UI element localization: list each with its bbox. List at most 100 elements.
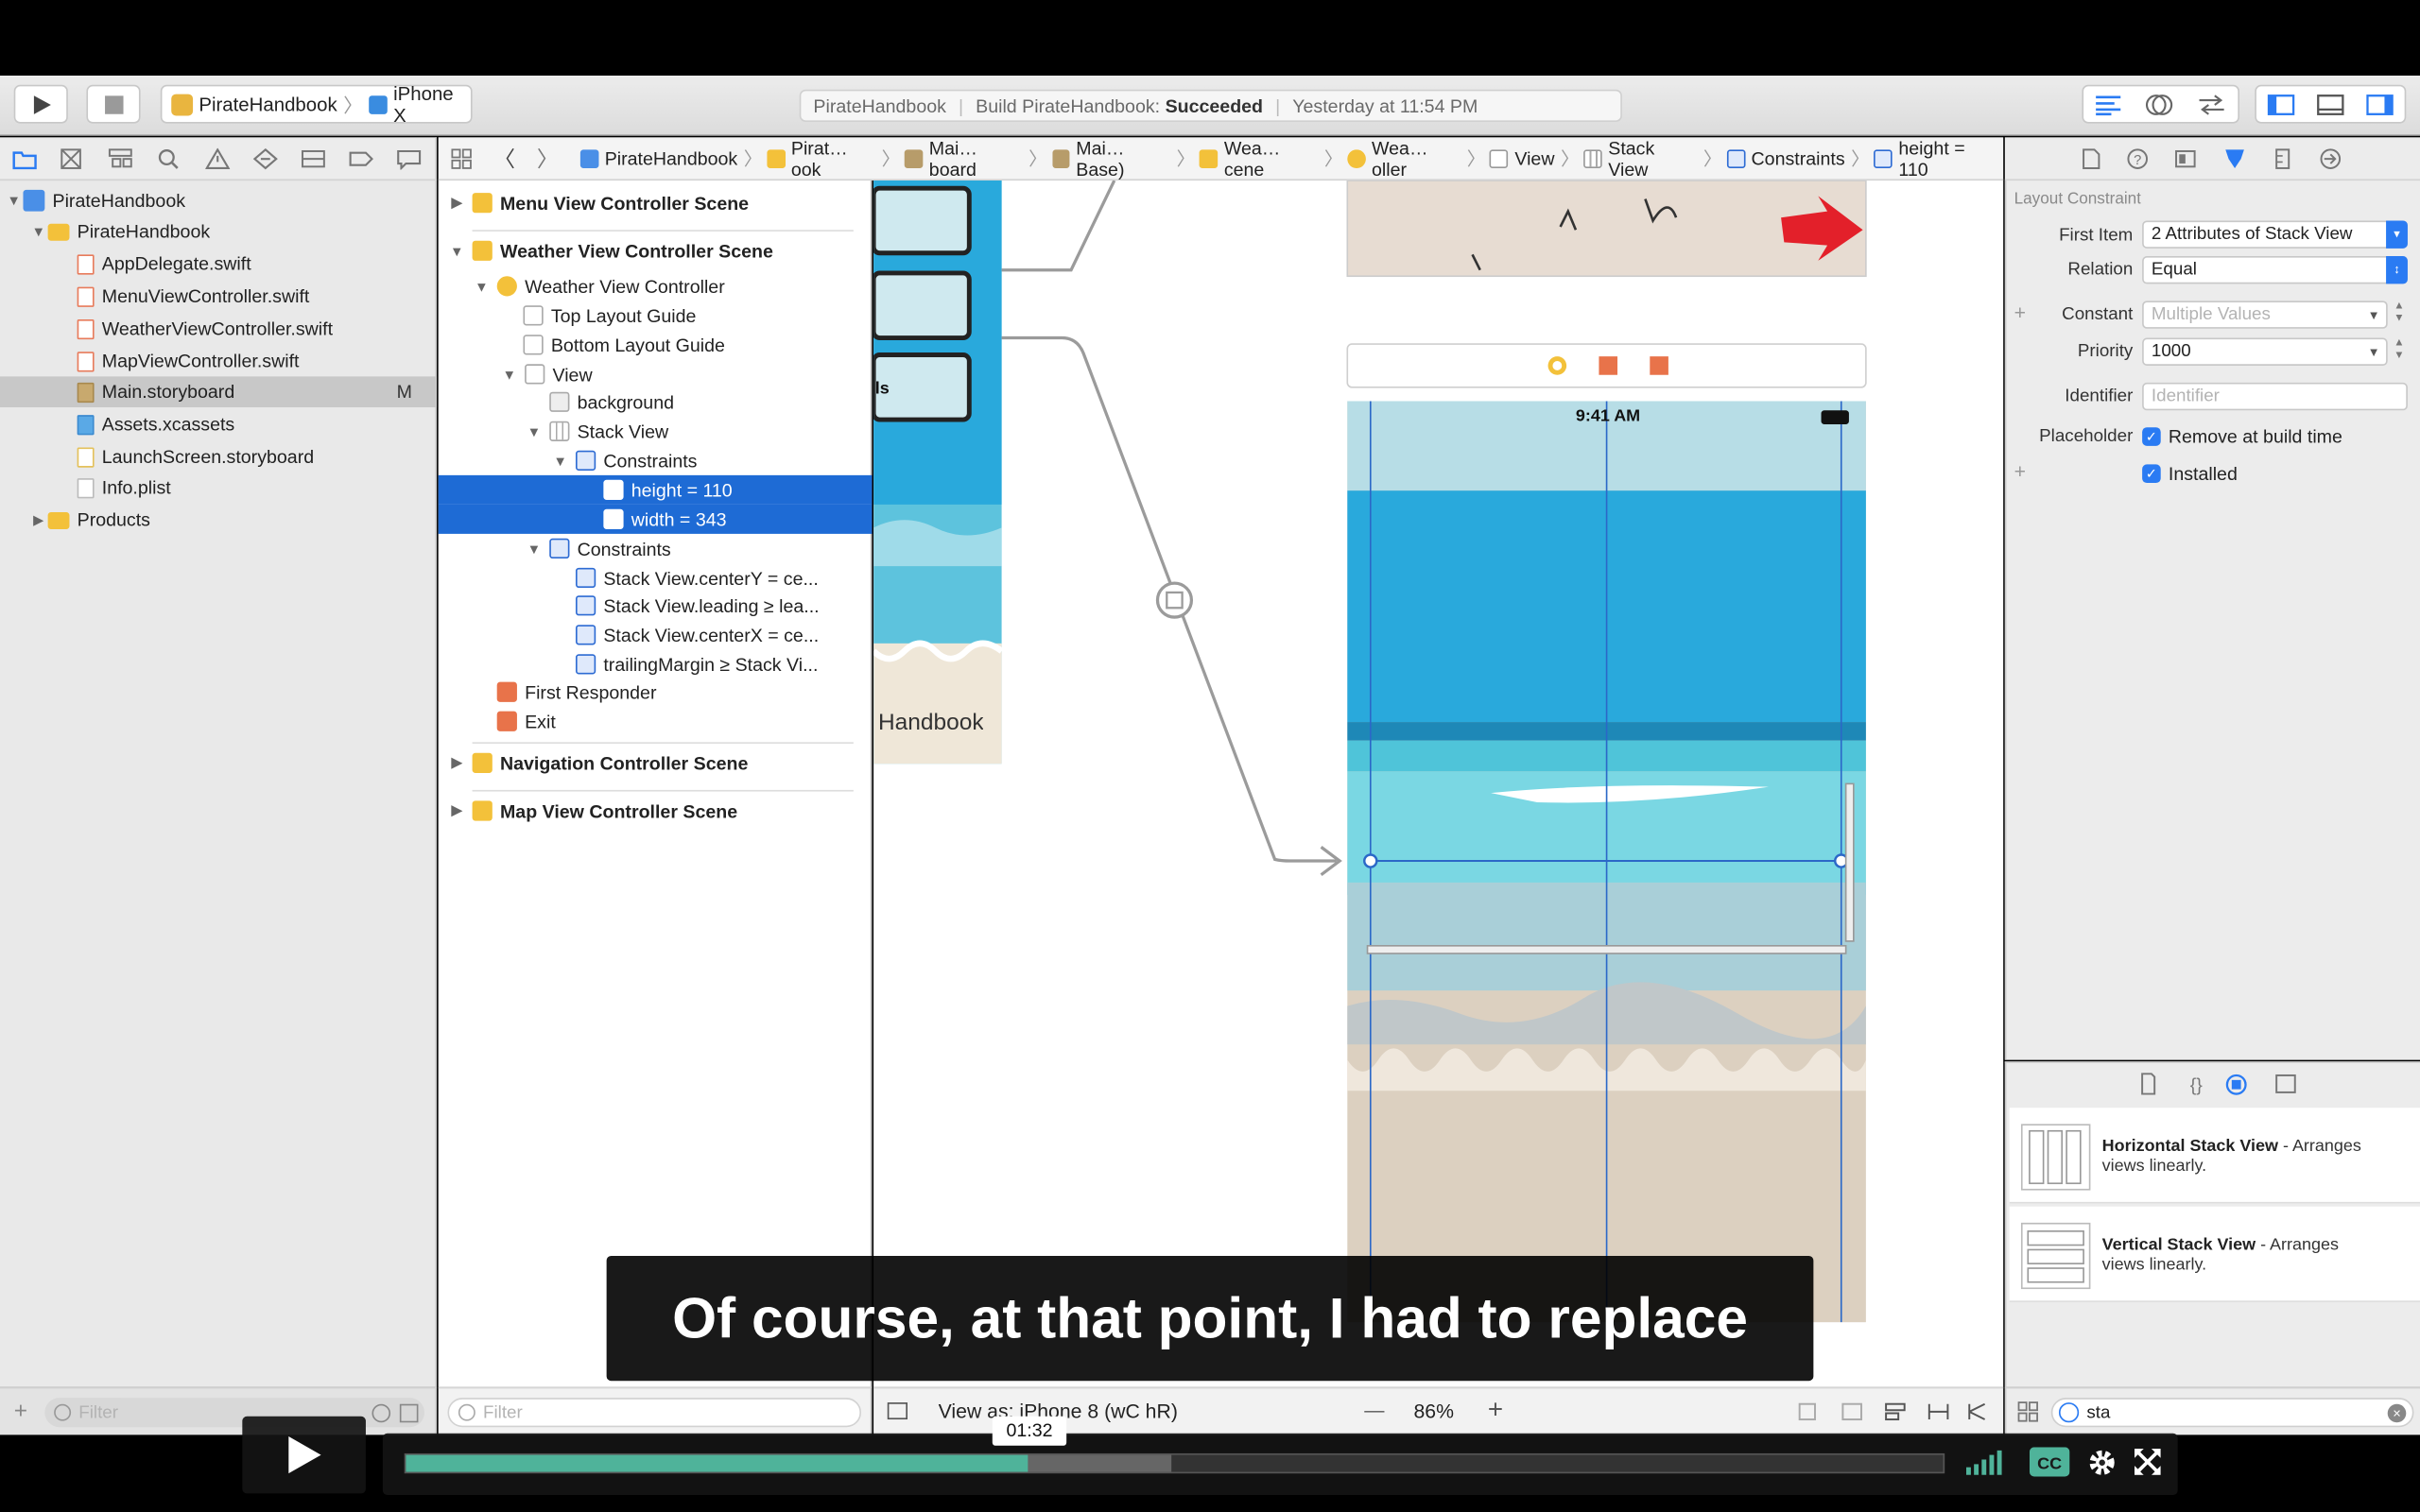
priority-stepper[interactable]: ▲ ▼ — [2394, 338, 2408, 366]
width-constraint-bar[interactable] — [1366, 944, 1847, 954]
constraint-handle[interactable] — [1363, 853, 1378, 868]
disclosure-closed-icon[interactable]: ▶ — [29, 511, 48, 528]
outline-row[interactable]: ▼ Constraints — [439, 446, 873, 475]
identifier-field[interactable]: Identifier — [2142, 382, 2408, 411]
remove-at-build-checkbox[interactable]: ✓ Remove at build time — [2142, 426, 2342, 447]
scene-row[interactable]: ▶ Navigation Controller Scene — [439, 748, 873, 778]
file-row[interactable]: LaunchScreen.storyboard — [0, 441, 437, 472]
priority-field[interactable]: 1000 ▼ — [2142, 337, 2388, 366]
file-row-selected[interactable]: Main.storyboard M — [0, 376, 438, 408]
disclosure-open-icon[interactable]: ▼ — [525, 541, 544, 556]
debug-icon[interactable] — [301, 148, 325, 170]
first-item-popup[interactable]: 2 Attributes of Stack View ▾ — [2142, 220, 2408, 249]
help-inspector-icon[interactable]: ? — [2127, 148, 2149, 170]
play-button[interactable] — [242, 1416, 366, 1494]
symbol-icon[interactable] — [108, 148, 132, 170]
crumb-storyboard-base[interactable]: Mai…Base) — [1051, 136, 1170, 180]
align-icon[interactable] — [1885, 1402, 1906, 1421]
version-editor-icon[interactable] — [2196, 94, 2227, 115]
disclosure-open-icon[interactable]: ▼ — [473, 279, 492, 294]
grid-view-icon[interactable] — [2017, 1400, 2039, 1422]
recent-files-icon[interactable] — [372, 1402, 391, 1422]
test-icon[interactable] — [252, 147, 278, 170]
file-row[interactable]: Assets.xcassets — [0, 409, 437, 440]
update-frames-icon[interactable] — [1798, 1402, 1816, 1421]
constant-field[interactable]: Multiple Values ▼ — [2142, 301, 2388, 329]
source-control-filter-icon[interactable] — [399, 1402, 419, 1422]
media-library-icon[interactable] — [2275, 1074, 2296, 1093]
disclosure-open-icon[interactable]: ▼ — [525, 423, 544, 438]
relation-popup[interactable]: Equal ↕ — [2142, 256, 2408, 284]
attributes-inspector-icon[interactable] — [2222, 146, 2247, 171]
assistant-editor-icon[interactable] — [2145, 92, 2173, 116]
outline-row[interactable]: Stack View.centerY = ce... — [439, 563, 873, 593]
outline-row[interactable]: Stack View.leading ≥ lea... — [439, 591, 873, 620]
zoom-in-button[interactable]: + — [1488, 1395, 1503, 1426]
breakpoint-icon[interactable] — [349, 148, 373, 170]
embed-in-icon[interactable] — [1841, 1402, 1862, 1421]
crumb-height-constraint[interactable]: height = 110 — [1874, 136, 1997, 180]
run-button[interactable] — [13, 84, 68, 124]
fullscreen-icon[interactable] — [2134, 1449, 2161, 1475]
crumb-project[interactable]: PirateHandbook — [579, 147, 737, 169]
file-inspector-icon[interactable] — [2082, 148, 2100, 170]
outline-row[interactable]: Top Layout Guide — [439, 301, 873, 330]
file-row[interactable]: Info.plist — [0, 472, 437, 504]
weather-scene-device[interactable] — [1347, 401, 1866, 1323]
disclosure-open-icon[interactable]: ▼ — [29, 224, 48, 239]
tree-row-project[interactable]: ▼ PirateHandbook — [0, 185, 437, 216]
outline-row[interactable]: First Responder — [439, 678, 873, 707]
scene-row[interactable]: ▶ Menu View Controller Scene — [439, 188, 873, 217]
outline-row[interactable]: Exit — [439, 707, 873, 736]
folder-icon[interactable] — [12, 148, 37, 170]
outline-row-selected[interactable]: height = 110 — [438, 474, 873, 505]
outline-row[interactable]: ▼ Constraints — [439, 534, 873, 563]
warning-icon[interactable] — [205, 147, 231, 170]
resolve-issues-icon[interactable] — [1968, 1402, 1986, 1420]
identity-inspector-icon[interactable] — [2174, 148, 2196, 170]
height-constraint-bar[interactable] — [1844, 782, 1855, 942]
pin-icon[interactable] — [1927, 1403, 1949, 1420]
crumb-constraints[interactable]: Constraints — [1726, 147, 1845, 169]
forward-button[interactable]: 〉 — [537, 143, 559, 174]
segue-icon[interactable] — [1155, 581, 1194, 619]
standard-editor-icon[interactable] — [2095, 94, 2122, 115]
tree-row-products[interactable]: ▶ Products — [0, 505, 437, 536]
clear-search-icon[interactable]: × — [2387, 1402, 2407, 1422]
search-icon[interactable] — [158, 148, 180, 170]
source-control-icon[interactable] — [60, 148, 82, 170]
navigator-filter-field[interactable]: Filter — [44, 1398, 424, 1428]
disclosure-closed-icon[interactable]: ▶ — [447, 802, 466, 819]
tree-row-group[interactable]: ▼ PirateHandbook — [0, 216, 437, 248]
settings-gear-icon[interactable] — [2086, 1447, 2118, 1478]
outline-row[interactable]: ▼ Weather View Controller — [439, 271, 873, 301]
stop-button[interactable] — [86, 84, 141, 124]
library-search-field[interactable]: sta × — [2050, 1398, 2414, 1428]
outline-row[interactable]: Bottom Layout Guide — [439, 330, 873, 359]
code-snippet-icon[interactable]: {} — [2190, 1074, 2204, 1095]
add-installed-variation-button[interactable]: + — [2014, 460, 2026, 483]
crumb-stack-view[interactable]: Stack View — [1583, 136, 1698, 180]
disclosure-open-icon[interactable]: ▼ — [500, 367, 519, 382]
navigator-toggle-icon[interactable] — [2267, 94, 2295, 115]
debug-toggle-icon[interactable] — [2317, 94, 2344, 115]
installed-checkbox[interactable]: ✓ Installed — [2142, 463, 2238, 485]
file-row[interactable]: MapViewController.swift — [0, 346, 437, 377]
crumb-view[interactable]: View — [1490, 147, 1554, 169]
outline-row[interactable]: Stack View.centerX = ce... — [439, 620, 873, 649]
crumb-storyboard[interactable]: Mai…board — [905, 136, 1022, 180]
back-button[interactable]: 〈 — [493, 143, 515, 174]
library-item[interactable]: Vertical Stack View - Arranges views line… — [2009, 1206, 2420, 1302]
disclosure-closed-icon[interactable]: ▶ — [447, 754, 466, 771]
closed-captions-icon[interactable]: CC — [2029, 1447, 2070, 1477]
library-item[interactable]: Horizontal Stack View - Arranges views li… — [2009, 1108, 2420, 1204]
scene-row[interactable]: ▶ Map View Controller Scene — [439, 796, 873, 825]
disclosure-open-icon[interactable]: ▼ — [5, 193, 24, 208]
crumb-scene[interactable]: Wea…cene — [1200, 136, 1318, 180]
constant-stepper[interactable]: ▲ ▼ — [2394, 301, 2408, 328]
disclosure-closed-icon[interactable]: ▶ — [447, 195, 466, 212]
first-responder-dock-icon[interactable] — [1599, 356, 1618, 375]
outline-row[interactable]: trailingMargin ≥ Stack Vi... — [439, 649, 873, 679]
outline-row[interactable]: ▼ Stack View — [439, 417, 873, 446]
file-template-icon[interactable] — [2141, 1073, 2156, 1095]
